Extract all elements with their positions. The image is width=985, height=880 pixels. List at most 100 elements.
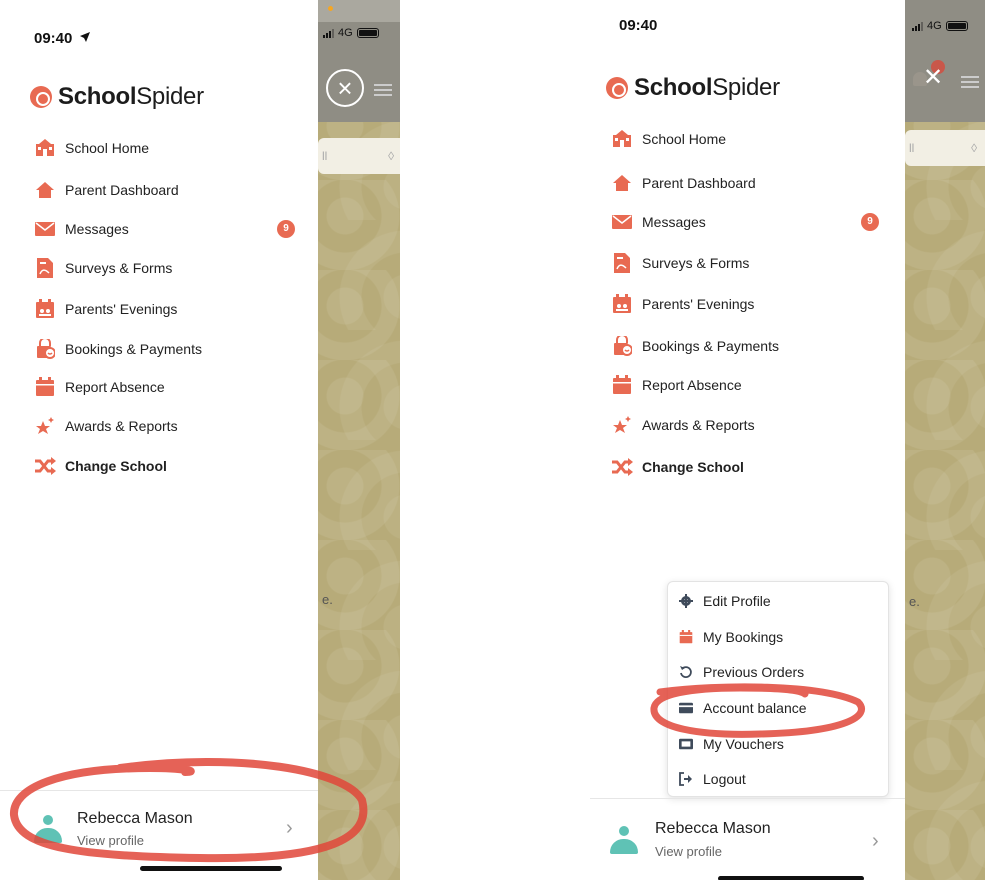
menu-item-school-home[interactable]: School Home — [611, 126, 726, 152]
backdrop-select: ll ◊ — [905, 130, 985, 166]
shuffle-icon — [611, 457, 633, 477]
school-icon — [34, 138, 56, 158]
menu-item-bookings-payments[interactable]: Bookings & Payments — [611, 333, 779, 359]
menu-item-surveys-forms[interactable]: Surveys & Forms — [611, 250, 749, 276]
signal-icon — [323, 28, 334, 38]
menu-item-label: Bookings & Payments — [642, 338, 779, 354]
close-menu-button[interactable]: × — [326, 69, 364, 107]
menu-item-label: Report Absence — [642, 377, 742, 393]
menu-item-awards-reports[interactable]: Awards & Reports — [34, 413, 178, 439]
network-label: 4G — [338, 27, 353, 39]
chevron-right-icon: › — [286, 817, 293, 839]
backdrop-select: ll ◊ — [318, 138, 400, 174]
home-icon — [34, 180, 56, 200]
menu-item-parents-evenings[interactable]: Parents' Evenings — [34, 296, 177, 322]
popup-item-label: Edit Profile — [703, 593, 771, 609]
popup-item-edit-profile[interactable]: Edit Profile — [679, 590, 771, 612]
hamburger-icon[interactable] — [374, 84, 392, 96]
profile-name: Rebecca Mason — [655, 820, 771, 837]
menu-item-parent-dashboard[interactable]: Parent Dashboard — [611, 170, 756, 196]
popup-item-my-vouchers[interactable]: My Vouchers — [679, 733, 784, 755]
shuffle-icon — [34, 456, 56, 476]
popup-item-my-bookings[interactable]: My Bookings — [679, 626, 783, 648]
status-indicators: 4G — [912, 20, 968, 32]
menu-item-label: Change School — [65, 458, 167, 474]
menu-item-label: Report Absence — [65, 379, 165, 395]
close-icon[interactable]: ✕ — [923, 63, 943, 92]
left-phone-screen: ll ◊ e. × 4G 09:40 SchoolSpider School H… — [0, 0, 400, 880]
home-indicator — [718, 876, 864, 880]
popup-item-logout[interactable]: Logout — [679, 768, 746, 790]
page-backdrop: ll ◊ e. × — [318, 0, 400, 880]
star-icon — [34, 416, 56, 436]
menu-item-bookings-payments[interactable]: Bookings & Payments — [34, 336, 202, 362]
spider-logo-icon — [606, 77, 628, 99]
menu-item-school-home[interactable]: School Home — [34, 135, 149, 161]
menu-item-label: Parent Dashboard — [65, 182, 179, 198]
popup-item-label: Account balance — [703, 700, 807, 716]
avatar — [34, 815, 62, 843]
history-icon — [679, 665, 693, 679]
spider-logo-icon — [30, 86, 52, 108]
chevron-right-icon: › — [872, 830, 879, 852]
schoolspider-logo[interactable]: SchoolSpider — [30, 83, 204, 111]
bag-icon — [34, 339, 56, 359]
right-phone-screen: ll ◊ e. ✕ 4G 09:40 SchoolSpider School H… — [590, 0, 985, 880]
menu-item-parent-dashboard[interactable]: Parent Dashboard — [34, 177, 179, 203]
profile-dropdown-menu: Edit Profile My Bookings Previous Orders Ac… — [667, 581, 889, 797]
star-icon — [611, 415, 633, 435]
bag-icon — [611, 336, 633, 356]
unread-count-badge: 9 — [277, 220, 295, 238]
backdrop-header — [905, 0, 985, 122]
menu-item-messages[interactable]: Messages — [611, 209, 706, 235]
menu-item-surveys-forms[interactable]: Surveys & Forms — [34, 255, 172, 281]
menu-item-change-school[interactable]: Change School — [611, 454, 744, 480]
menu-item-label: Parents' Evenings — [642, 296, 755, 312]
menu-item-label: Awards & Reports — [642, 417, 755, 433]
status-time: 09:40 — [619, 17, 658, 34]
menu-item-report-absence[interactable]: Report Absence — [34, 374, 165, 400]
envelope-icon — [611, 212, 633, 232]
popup-item-label: My Bookings — [703, 629, 784, 645]
document-icon — [34, 258, 56, 278]
home-indicator — [140, 866, 282, 871]
menu-item-label: Parents' Evenings — [65, 301, 178, 317]
recording-dot — [328, 6, 333, 11]
calendar-icon — [679, 630, 693, 644]
menu-item-label: School Home — [65, 140, 150, 156]
page-backdrop: ll ◊ e. ✕ — [905, 0, 985, 880]
hamburger-icon[interactable] — [961, 76, 979, 88]
menu-item-awards-reports[interactable]: Awards & Reports — [611, 412, 755, 438]
location-arrow-icon — [79, 32, 90, 42]
battery-icon — [945, 21, 968, 31]
status-bar-backdrop — [318, 0, 400, 22]
menu-item-change-school[interactable]: Change School — [34, 453, 167, 479]
menu-item-report-absence[interactable]: Report Absence — [611, 372, 742, 398]
menu-item-label: Awards & Reports — [65, 418, 178, 434]
envelope-icon — [34, 219, 56, 239]
menu-item-parents-evenings[interactable]: Parents' Evenings — [611, 291, 754, 317]
menu-item-label: Messages — [642, 214, 706, 230]
credit-card-icon — [679, 701, 693, 715]
profile-row[interactable]: Rebecca Mason View profile › — [590, 798, 905, 880]
calendar-icon — [611, 375, 633, 395]
menu-item-label: School Home — [642, 131, 727, 147]
profile-subtitle[interactable]: View profile — [655, 844, 722, 859]
popup-item-label: Previous Orders — [703, 664, 805, 680]
popup-item-account-balance[interactable]: Account balance — [679, 697, 807, 719]
gear-icon — [679, 594, 693, 608]
network-label: 4G — [927, 20, 942, 32]
menu-item-label: Change School — [642, 459, 744, 475]
navigation-drawer: 09:40 SchoolSpider School Home Parent Das… — [0, 0, 318, 880]
schoolspider-logo[interactable]: SchoolSpider — [606, 74, 780, 102]
popup-item-previous-orders[interactable]: Previous Orders — [679, 661, 804, 683]
voucher-icon — [679, 737, 693, 751]
menu-item-messages[interactable]: Messages — [34, 216, 129, 242]
menu-item-label: Messages — [65, 221, 129, 237]
backdrop-text: e. — [909, 594, 920, 609]
school-icon — [611, 129, 633, 149]
popup-item-label: Logout — [703, 771, 746, 787]
calendar-people-icon — [34, 299, 56, 319]
profile-subtitle[interactable]: View profile — [77, 833, 144, 848]
document-icon — [611, 253, 633, 273]
